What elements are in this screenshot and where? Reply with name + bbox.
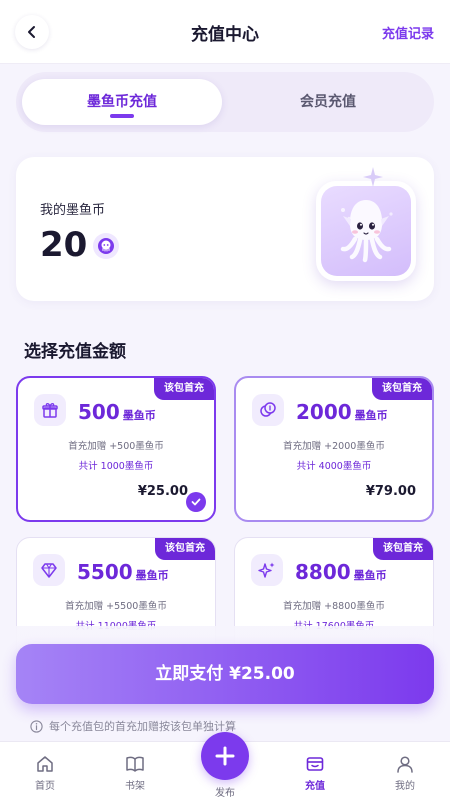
nav-home[interactable]: 首页 <box>15 754 75 792</box>
package-amount: 2000 墨鱼币 <box>296 400 388 424</box>
package-bonus: 首充加赠 +500墨鱼币 <box>68 441 164 452</box>
home-icon <box>37 756 53 772</box>
active-tab-indicator <box>110 114 134 118</box>
balance-label: 我的墨鱼币 <box>40 203 106 218</box>
package-amount: 500 墨鱼币 <box>78 400 156 424</box>
package-bonus: 首充加赠 +5500墨鱼币 <box>65 601 167 612</box>
sparkles-icon <box>251 554 283 586</box>
squid-coin-icon <box>93 233 119 259</box>
first-charge-badge: 该包首充 <box>154 378 214 400</box>
recharge-tabs: 墨鱼币充值 会员充值 <box>16 72 434 132</box>
first-charge-badge: 该包首充 <box>373 538 433 560</box>
publish-label: 发布 <box>215 788 235 799</box>
nav-recharge[interactable]: 充值 <box>285 754 345 792</box>
package-total: 共计 4000墨鱼币 <box>296 461 372 472</box>
wallet-icon <box>306 757 324 771</box>
package-bonus: 首充加赠 +8800墨鱼币 <box>283 601 385 612</box>
package-price: ¥25.00 <box>137 484 188 499</box>
pay-note: 每个充值包的首充加赠按该包单独计算 <box>30 718 236 734</box>
checkmark-icon <box>186 492 206 512</box>
package-card-2000[interactable]: 该包首充 2000 墨鱼币 首充加赠 +2000墨鱼币 共计 4000墨鱼币 ¥7… <box>234 376 434 522</box>
package-amount: 5500 墨鱼币 <box>77 560 169 584</box>
book-icon <box>126 756 144 772</box>
package-bonus: 首充加赠 +2000墨鱼币 <box>283 441 385 452</box>
gift-icon <box>34 394 66 426</box>
package-amount: 8800 墨鱼币 <box>295 560 387 584</box>
package-card-500[interactable]: 该包首充 500 墨鱼币 首充加赠 +500墨鱼币 共计 1000墨鱼币 ¥25.… <box>16 376 216 522</box>
info-icon <box>30 719 43 733</box>
first-charge-badge: 该包首充 <box>155 538 215 560</box>
user-icon <box>397 756 413 773</box>
publish-button[interactable] <box>201 732 249 780</box>
package-total: 共计 1000墨鱼币 <box>78 461 154 472</box>
top-bar: 充值中心 充值记录 <box>0 0 450 64</box>
sparkle-decoration-icon <box>363 167 383 187</box>
section-title: 选择充值金额 <box>24 342 126 362</box>
tab-coin-recharge[interactable]: 墨鱼币充值 <box>22 79 222 125</box>
recharge-history-link[interactable]: 充值记录 <box>382 23 434 42</box>
coins-icon <box>252 394 284 426</box>
package-price: ¥79.00 <box>365 484 416 499</box>
first-charge-badge: 该包首充 <box>372 378 432 400</box>
plus-icon <box>215 746 235 766</box>
diamond-icon <box>33 554 65 586</box>
nav-mine[interactable]: 我的 <box>375 754 435 792</box>
pay-note-text: 每个充值包的首充加赠按该包单独计算 <box>49 720 236 733</box>
pay-now-button[interactable]: 立即支付 ¥25.00 <box>16 644 434 704</box>
nav-bookshelf[interactable]: 书架 <box>105 754 165 792</box>
balance-value: 20 <box>40 225 88 265</box>
squid-mascot-icon <box>340 200 393 263</box>
squid-mascot-frame <box>316 181 416 281</box>
tab-member-recharge[interactable]: 会员充值 <box>228 79 428 125</box>
